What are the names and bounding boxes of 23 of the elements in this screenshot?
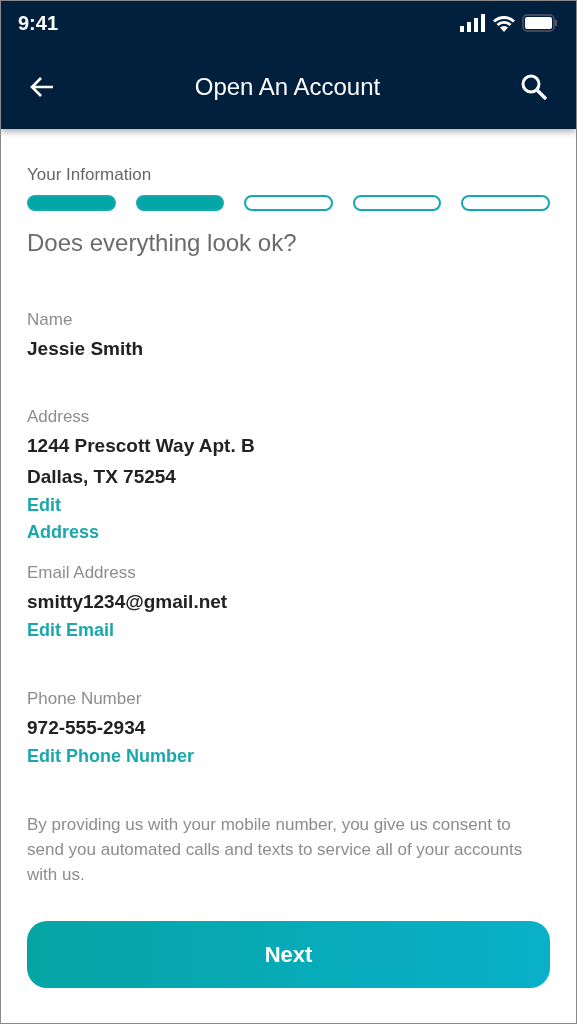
field-value: smitty1234@gmail.net	[27, 590, 229, 614]
edit-link[interactable]: Edit Email	[27, 617, 115, 644]
progress-label: Your Information	[27, 165, 153, 185]
consent-text: By providing us with your mobile number, you give us consent to send you automated calls and texts to service all of your accounts with us.	[27, 814, 524, 886]
back-arrow-icon[interactable]	[29, 76, 55, 98]
section-heading: Does everything look ok?	[27, 229, 298, 257]
status-time: 9:41	[18, 11, 59, 35]
field-label: Email Address	[27, 562, 137, 584]
battery-icon	[522, 14, 558, 32]
edit-link[interactable]: Edit Phone Number	[27, 743, 194, 770]
field-label: Phone Number	[27, 688, 143, 710]
next-button[interactable]: Next	[27, 921, 550, 988]
field-value: Jessie Smith	[27, 337, 145, 361]
field-label: Address	[27, 406, 91, 428]
edit-link[interactable]: Edit Address	[27, 492, 107, 546]
search-icon[interactable]	[520, 73, 548, 101]
field-value: Dallas, TX 75254	[27, 465, 177, 489]
wifi-icon	[492, 14, 516, 32]
field-value: 972-555-2934	[27, 716, 147, 740]
screen-title: Open An Account	[194, 73, 381, 101]
signal-icon	[460, 14, 486, 32]
field-label: Name	[27, 309, 74, 331]
field-value: 1244 Prescott Way Apt. B	[27, 434, 256, 458]
